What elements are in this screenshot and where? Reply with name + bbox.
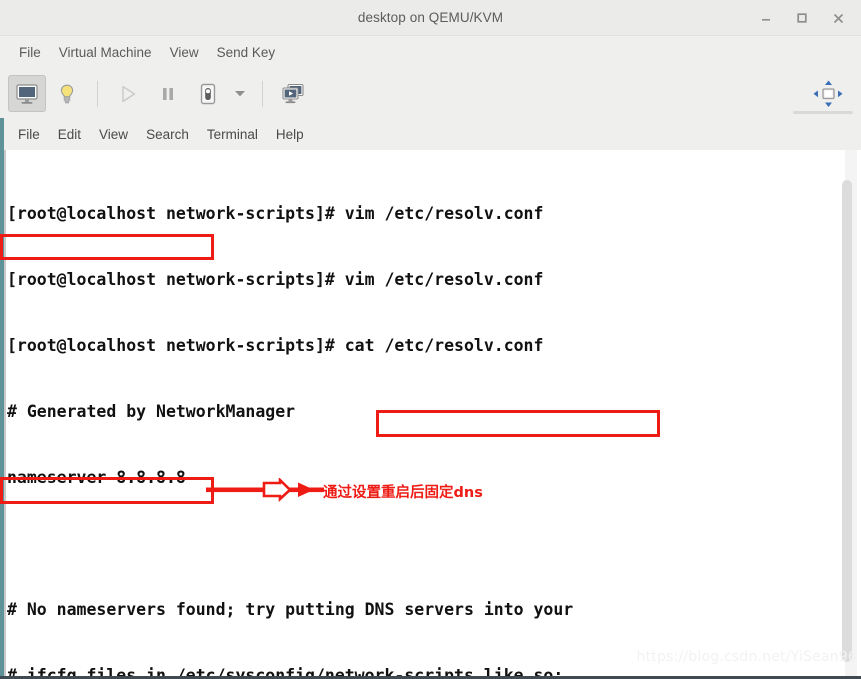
application-toolbar — [0, 69, 861, 118]
terminal-output: [root@localhost network-scripts]# vim /e… — [6, 159, 593, 679]
terminal-menu-view[interactable]: View — [90, 124, 137, 145]
terminal-line: # Generated by NetworkManager — [7, 402, 296, 421]
close-icon — [833, 13, 843, 23]
toolbar-separator-2 — [262, 80, 263, 107]
terminal-menu-file[interactable]: File — [9, 124, 49, 145]
show-hardware-details-button[interactable] — [48, 75, 86, 112]
terminal-line: nameserver 8.8.8.8 — [7, 468, 186, 487]
run-button[interactable] — [109, 75, 147, 112]
terminal-line: [root@localhost network-scripts]# vim /e… — [7, 270, 544, 289]
pause-icon — [163, 87, 173, 100]
minimize-icon — [762, 19, 770, 21]
show-console-button[interactable] — [8, 75, 46, 112]
maximize-icon — [797, 13, 807, 23]
terminal-menubar: File Edit View Search Terminal Help — [0, 118, 861, 150]
menu-item-send-key[interactable]: Send Key — [208, 42, 285, 63]
fullscreen-resize-icon — [813, 80, 843, 107]
terminal-menu-edit[interactable]: Edit — [49, 124, 90, 145]
terminal-menu-help[interactable]: Help — [267, 124, 313, 145]
minimize-button[interactable] — [749, 3, 783, 33]
chevron-down-icon — [235, 91, 245, 97]
snapshots-button[interactable] — [274, 75, 312, 112]
monitor-console-icon — [16, 83, 38, 104]
menu-item-file[interactable]: File — [10, 42, 50, 63]
shutdown-options-button[interactable] — [229, 75, 251, 112]
shutdown-button[interactable] — [189, 75, 227, 112]
power-shutdown-icon — [200, 83, 216, 104]
toolbar-separator-1 — [97, 80, 98, 107]
terminal-line: # No nameservers found; try putting DNS … — [7, 600, 574, 619]
lightbulb-details-icon — [60, 84, 74, 103]
terminal-line: [root@localhost network-scripts]# cat /e… — [7, 336, 544, 355]
snapshots-icon — [282, 83, 304, 103]
play-run-icon — [122, 85, 136, 102]
virt-manager-window: desktop on QEMU/KVM File Virtual Machine… — [0, 0, 861, 679]
terminal-menu-search[interactable]: Search — [137, 124, 198, 145]
toolbar-right-underline — [793, 111, 853, 114]
window-title: desktop on QEMU/KVM — [357, 10, 504, 25]
application-menubar: File Virtual Machine View Send Key — [0, 36, 861, 69]
maximize-button[interactable] — [785, 3, 819, 33]
terminal-menu-terminal[interactable]: Terminal — [198, 124, 267, 145]
window-controls — [749, 0, 855, 36]
close-button[interactable] — [821, 3, 855, 33]
terminal-scrollbar-track[interactable] — [842, 150, 857, 679]
terminal-scrollbar-thumb[interactable] — [842, 180, 852, 662]
fullscreen-button[interactable] — [809, 75, 847, 112]
menu-item-virtual-machine[interactable]: Virtual Machine — [50, 42, 161, 63]
menu-item-view[interactable]: View — [161, 42, 208, 63]
guest-console-area[interactable]: File Edit View Search Terminal Help [roo… — [0, 118, 861, 679]
terminal-line: [root@localhost network-scripts]# vim /e… — [7, 204, 544, 223]
pause-button[interactable] — [149, 75, 187, 112]
window-titlebar: desktop on QEMU/KVM — [0, 0, 861, 36]
terminal-text-surface[interactable]: [root@localhost network-scripts]# vim /e… — [6, 150, 839, 679]
